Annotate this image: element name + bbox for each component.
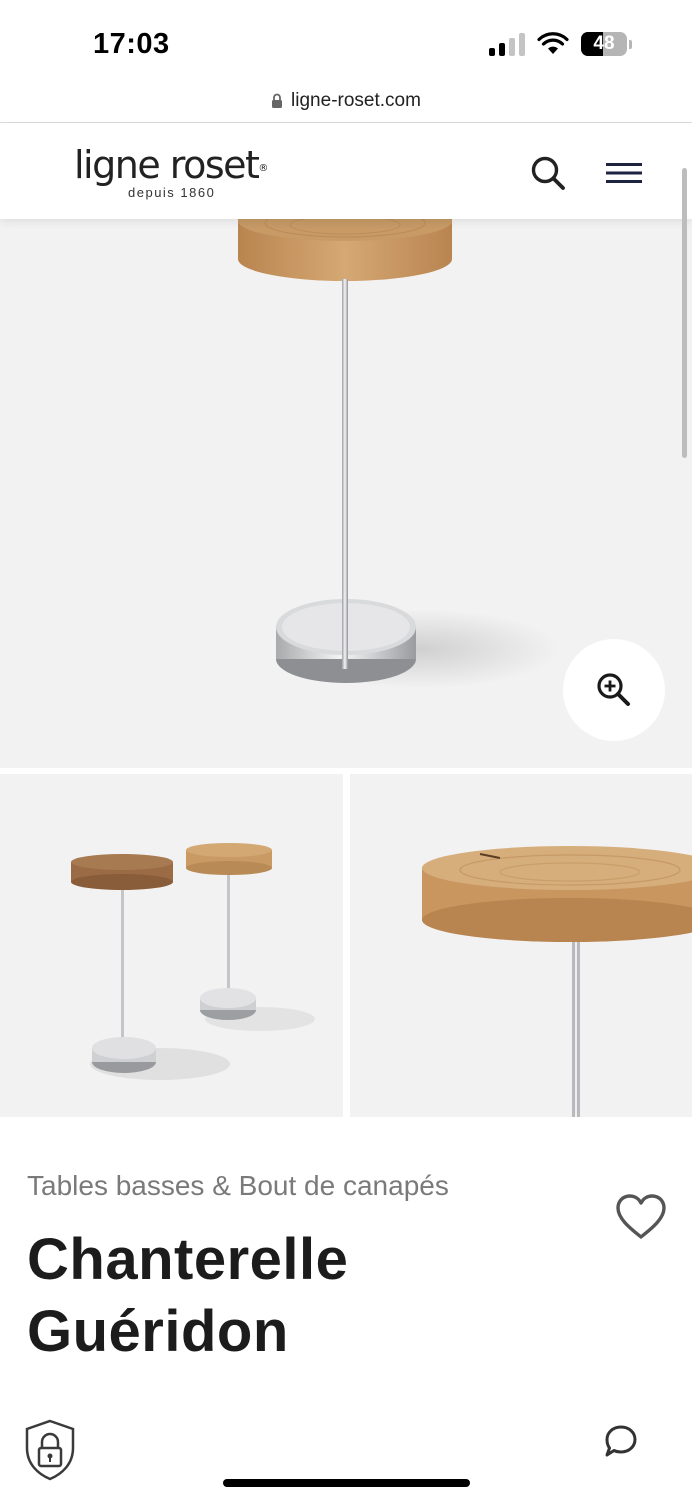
heart-icon[interactable]	[614, 1192, 668, 1242]
battery-icon: 48	[581, 32, 627, 56]
tabletop-closeup-illustration	[422, 846, 692, 1117]
hamburger-menu-icon[interactable]	[604, 159, 644, 187]
logo-tagline: depuis 1860	[128, 185, 216, 200]
status-icons: 48	[489, 32, 632, 56]
site-header: ligne roset® depuis 1860	[0, 123, 692, 219]
product-title-line1: Chanterelle	[27, 1227, 349, 1292]
logo-text: ligne roset	[74, 143, 260, 187]
product-thumbnail-pair[interactable]	[0, 774, 343, 1117]
status-time: 17:03	[93, 28, 170, 60]
zoom-button[interactable]	[563, 639, 665, 741]
wifi-icon	[537, 32, 569, 54]
two-side-tables-illustration	[71, 843, 315, 1080]
logo-mark: ®	[258, 163, 269, 174]
shield-lock-icon[interactable]	[24, 1418, 76, 1482]
home-indicator[interactable]	[223, 1479, 470, 1487]
lock-icon	[272, 93, 283, 108]
url-text: ligne-roset.com	[291, 90, 421, 111]
page-scrollbar[interactable]	[682, 168, 687, 458]
product-thumbnail-detail[interactable]	[350, 774, 692, 1117]
product-title: Chanterelle Guéridon	[27, 1224, 348, 1368]
search-icon[interactable]	[528, 153, 568, 193]
cellular-signal-icon	[489, 32, 525, 56]
product-title-line2: Guéridon	[27, 1299, 289, 1364]
battery-level: 48	[593, 33, 615, 54]
zoom-in-icon	[597, 673, 630, 706]
brand-logo[interactable]: ligne roset® depuis 1860	[74, 145, 268, 200]
status-bar: 17:03 48	[0, 0, 692, 80]
product-category[interactable]: Tables basses & Bout de canapés	[27, 1170, 449, 1202]
url-bar[interactable]: ligne-roset.com	[0, 80, 692, 123]
chat-bubble-icon[interactable]	[604, 1424, 638, 1458]
